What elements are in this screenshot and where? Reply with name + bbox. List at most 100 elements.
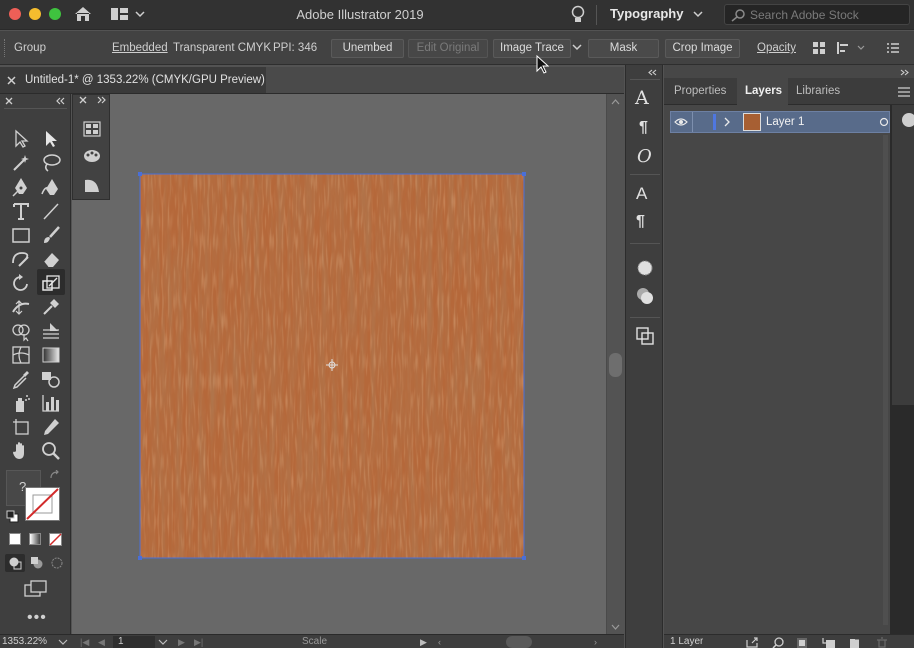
rectangle-tool-icon[interactable] xyxy=(10,224,32,246)
panel-menu-icon[interactable] xyxy=(886,42,900,54)
gradient-button[interactable] xyxy=(29,533,41,545)
create-sublayer-icon[interactable] xyxy=(822,637,836,648)
minimize-window-button[interactable] xyxy=(29,8,41,20)
edge-circle-icon[interactable] xyxy=(902,113,914,127)
scroll-left-icon[interactable]: ‹ xyxy=(438,637,441,647)
gradient-tool-icon[interactable] xyxy=(40,344,62,366)
lightbulb-icon[interactable] xyxy=(570,5,586,25)
selection-handle[interactable] xyxy=(138,556,142,560)
tab-layers[interactable]: Layers xyxy=(745,85,782,97)
color-palette-icon[interactable] xyxy=(83,148,101,164)
artboard-number-field[interactable]: 1 xyxy=(113,636,155,648)
gradient-shape-icon[interactable] xyxy=(84,177,100,193)
edit-toolbar-icon[interactable]: ••• xyxy=(27,609,47,627)
selection-handle[interactable] xyxy=(522,556,526,560)
layer-row[interactable]: Layer 1 xyxy=(670,111,890,133)
create-new-layer-icon[interactable] xyxy=(848,637,860,648)
horizontal-scroll-thumb[interactable] xyxy=(506,636,532,648)
close-window-button[interactable] xyxy=(9,8,21,20)
status-menu-icon[interactable]: ▶ xyxy=(420,637,427,648)
pen-tool-icon[interactable] xyxy=(10,176,32,198)
crop-image-button[interactable]: Crop Image xyxy=(665,39,740,58)
color-button[interactable] xyxy=(9,533,21,545)
previous-artboard-icon[interactable]: ◀ xyxy=(98,637,105,648)
stroke-swatch[interactable] xyxy=(25,487,60,521)
workspace-switcher[interactable]: Typography xyxy=(610,6,683,21)
target-icon[interactable] xyxy=(879,117,889,127)
puppet-warp-tool-icon[interactable] xyxy=(40,296,62,318)
layer-name[interactable]: Layer 1 xyxy=(766,116,804,128)
close-icon[interactable] xyxy=(5,97,13,105)
document-tab[interactable]: Untitled-1* @ 1353.22% (CMYK/GPU Preview… xyxy=(0,67,266,94)
blend-tool-icon[interactable] xyxy=(40,368,62,390)
paragraph-styles-icon[interactable]: ¶ xyxy=(636,213,645,231)
transparency-panel-icon[interactable] xyxy=(636,287,654,305)
locate-object-icon[interactable] xyxy=(772,637,784,648)
shaper-tool-icon[interactable] xyxy=(10,248,32,270)
direct-selection-tool-icon[interactable] xyxy=(40,128,62,150)
default-fill-stroke-icon[interactable] xyxy=(6,510,19,523)
opacity-link[interactable]: Opacity xyxy=(757,42,796,54)
type-tool-icon[interactable] xyxy=(10,200,32,222)
first-artboard-icon[interactable]: |◀ xyxy=(80,637,89,648)
expand-icon[interactable] xyxy=(97,96,107,104)
character-panel-icon[interactable]: A xyxy=(635,87,649,109)
symbol-sprayer-tool-icon[interactable] xyxy=(10,392,32,414)
chevron-down-icon[interactable] xyxy=(158,639,168,646)
chevron-down-icon[interactable] xyxy=(692,10,704,20)
next-artboard-icon[interactable]: ▶ xyxy=(178,637,185,648)
curvature-tool-icon[interactable] xyxy=(40,176,62,198)
paragraph-panel-icon[interactable]: ¶ xyxy=(639,119,648,137)
edit-original-button[interactable]: Edit Original xyxy=(408,39,488,58)
home-icon[interactable] xyxy=(73,5,93,23)
draw-behind-icon[interactable] xyxy=(30,556,44,570)
shape-builder-tool-icon[interactable] xyxy=(10,320,32,342)
mesh-tool-icon[interactable] xyxy=(10,344,32,366)
mask-button[interactable]: Mask xyxy=(588,39,659,58)
draw-inside-icon[interactable] xyxy=(50,556,64,570)
magic-wand-tool-icon[interactable] xyxy=(10,152,32,174)
stock-search-input[interactable]: Search Adobe Stock xyxy=(724,4,910,25)
close-icon[interactable] xyxy=(79,96,87,104)
eye-visibility-icon[interactable] xyxy=(674,117,688,127)
none-button[interactable] xyxy=(49,533,62,546)
zoom-level-field[interactable]: 1353.22% xyxy=(2,636,58,648)
panel-menu-icon[interactable] xyxy=(898,87,910,97)
symbols-icon[interactable] xyxy=(83,121,101,137)
layers-scrollbar[interactable] xyxy=(883,135,888,625)
last-artboard-icon[interactable]: ▶| xyxy=(194,637,203,648)
collect-for-export-icon[interactable] xyxy=(746,637,758,648)
control-bar-grip[interactable] xyxy=(4,39,7,57)
rotate-tool-icon[interactable] xyxy=(10,272,32,294)
lasso-tool-icon[interactable] xyxy=(40,152,62,174)
maximize-window-button[interactable] xyxy=(49,8,61,20)
embedded-link[interactable]: Embedded xyxy=(112,42,168,54)
slice-tool-icon[interactable] xyxy=(40,416,62,438)
selection-handle[interactable] xyxy=(138,172,142,176)
chevron-down-icon[interactable] xyxy=(58,639,68,646)
draw-normal-icon[interactable] xyxy=(8,556,22,570)
align-icon[interactable] xyxy=(812,41,826,55)
unembed-button[interactable]: Unembed xyxy=(331,39,404,58)
expand-icon[interactable] xyxy=(900,69,910,76)
hand-tool-icon[interactable] xyxy=(10,440,32,462)
character-styles-icon[interactable]: A xyxy=(636,184,647,204)
chevron-down-icon[interactable] xyxy=(572,44,582,52)
collapse-icon[interactable] xyxy=(56,97,66,105)
scroll-up-icon[interactable] xyxy=(611,99,620,105)
width-tool-icon[interactable] xyxy=(10,296,32,318)
selection-handle[interactable] xyxy=(522,172,526,176)
vertical-scrollbar[interactable] xyxy=(606,94,624,634)
transform-icon[interactable] xyxy=(836,41,866,55)
paintbrush-tool-icon[interactable] xyxy=(40,224,62,246)
lock-column[interactable] xyxy=(692,112,693,132)
zoom-tool-icon[interactable] xyxy=(40,440,62,462)
delete-icon[interactable] xyxy=(876,637,888,648)
swap-fill-stroke-icon[interactable] xyxy=(49,470,61,480)
artboard-tool-icon[interactable] xyxy=(10,416,32,438)
chevron-right-icon[interactable] xyxy=(723,117,731,127)
canvas-area[interactable] xyxy=(72,55,606,634)
scroll-down-icon[interactable] xyxy=(611,624,620,630)
image-trace-button[interactable]: Image Trace xyxy=(493,39,571,58)
arrange-documents-icon[interactable] xyxy=(110,7,146,23)
